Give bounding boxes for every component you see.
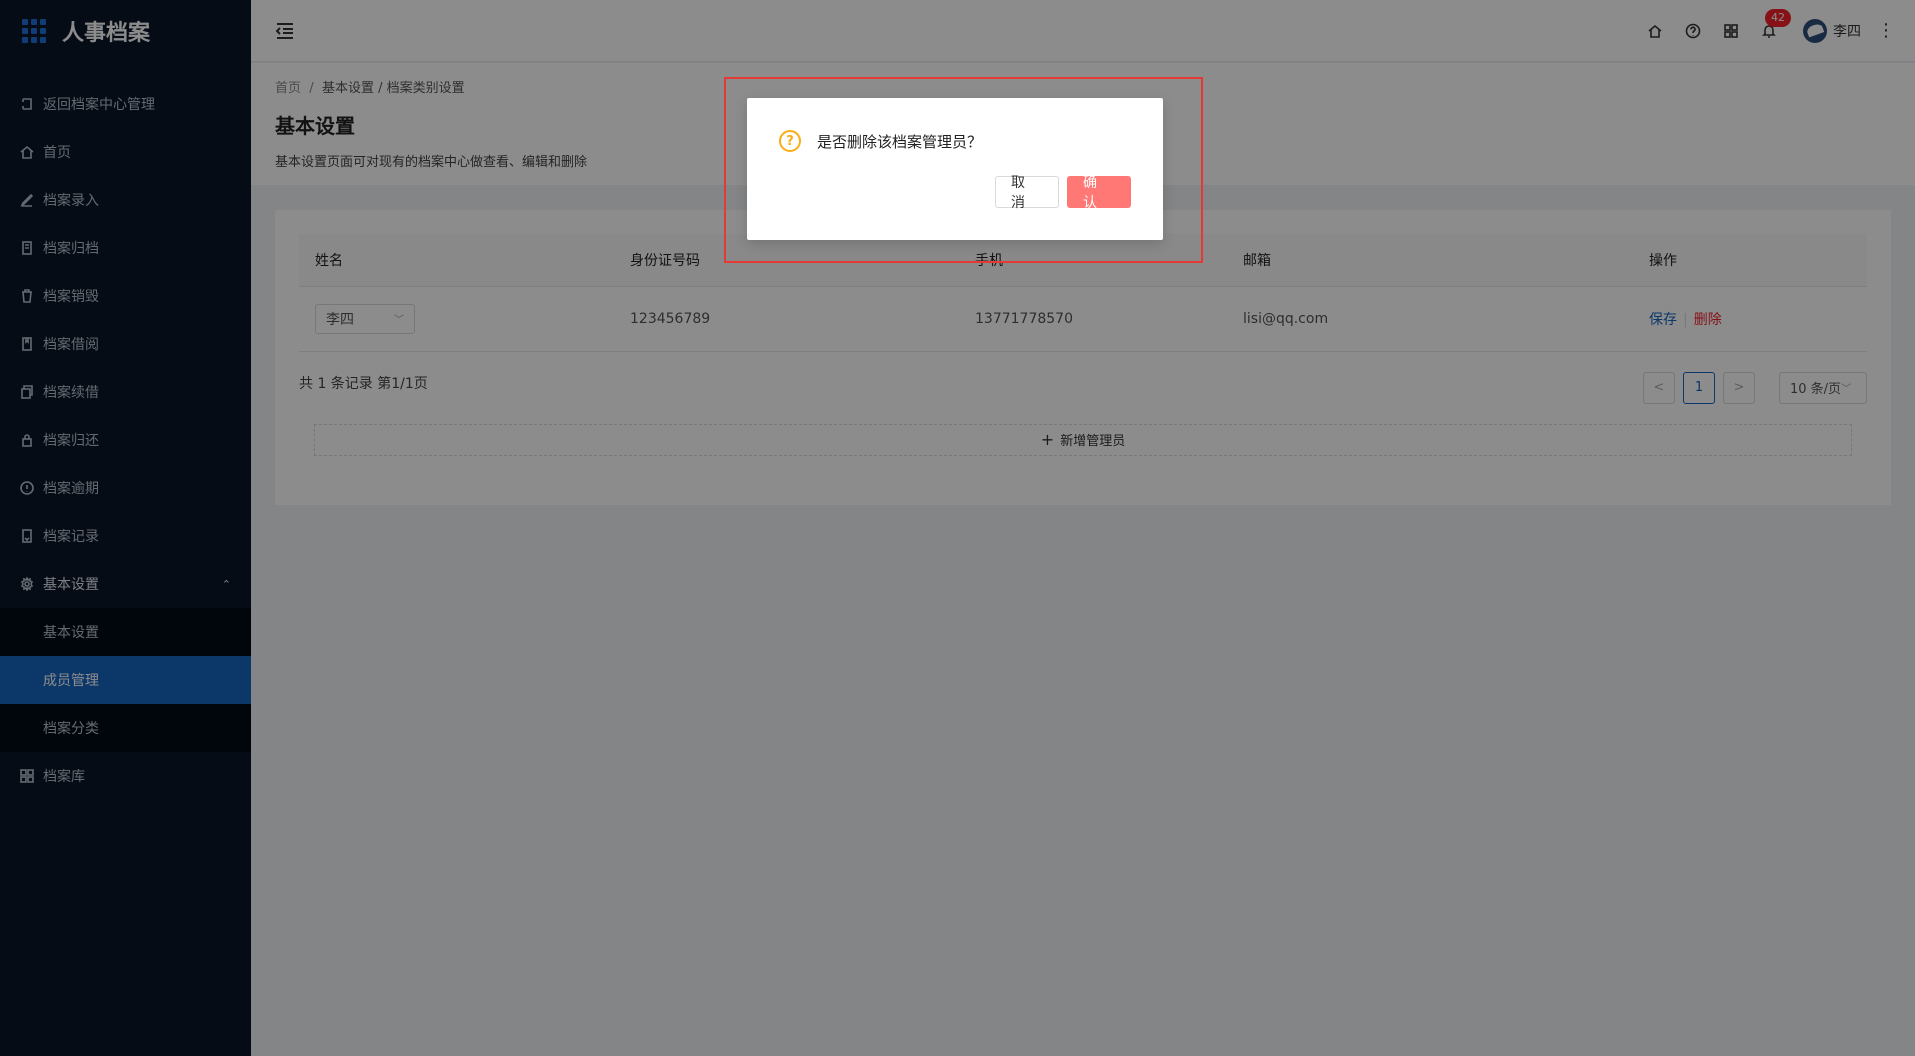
- highlight-box: [724, 77, 1203, 263]
